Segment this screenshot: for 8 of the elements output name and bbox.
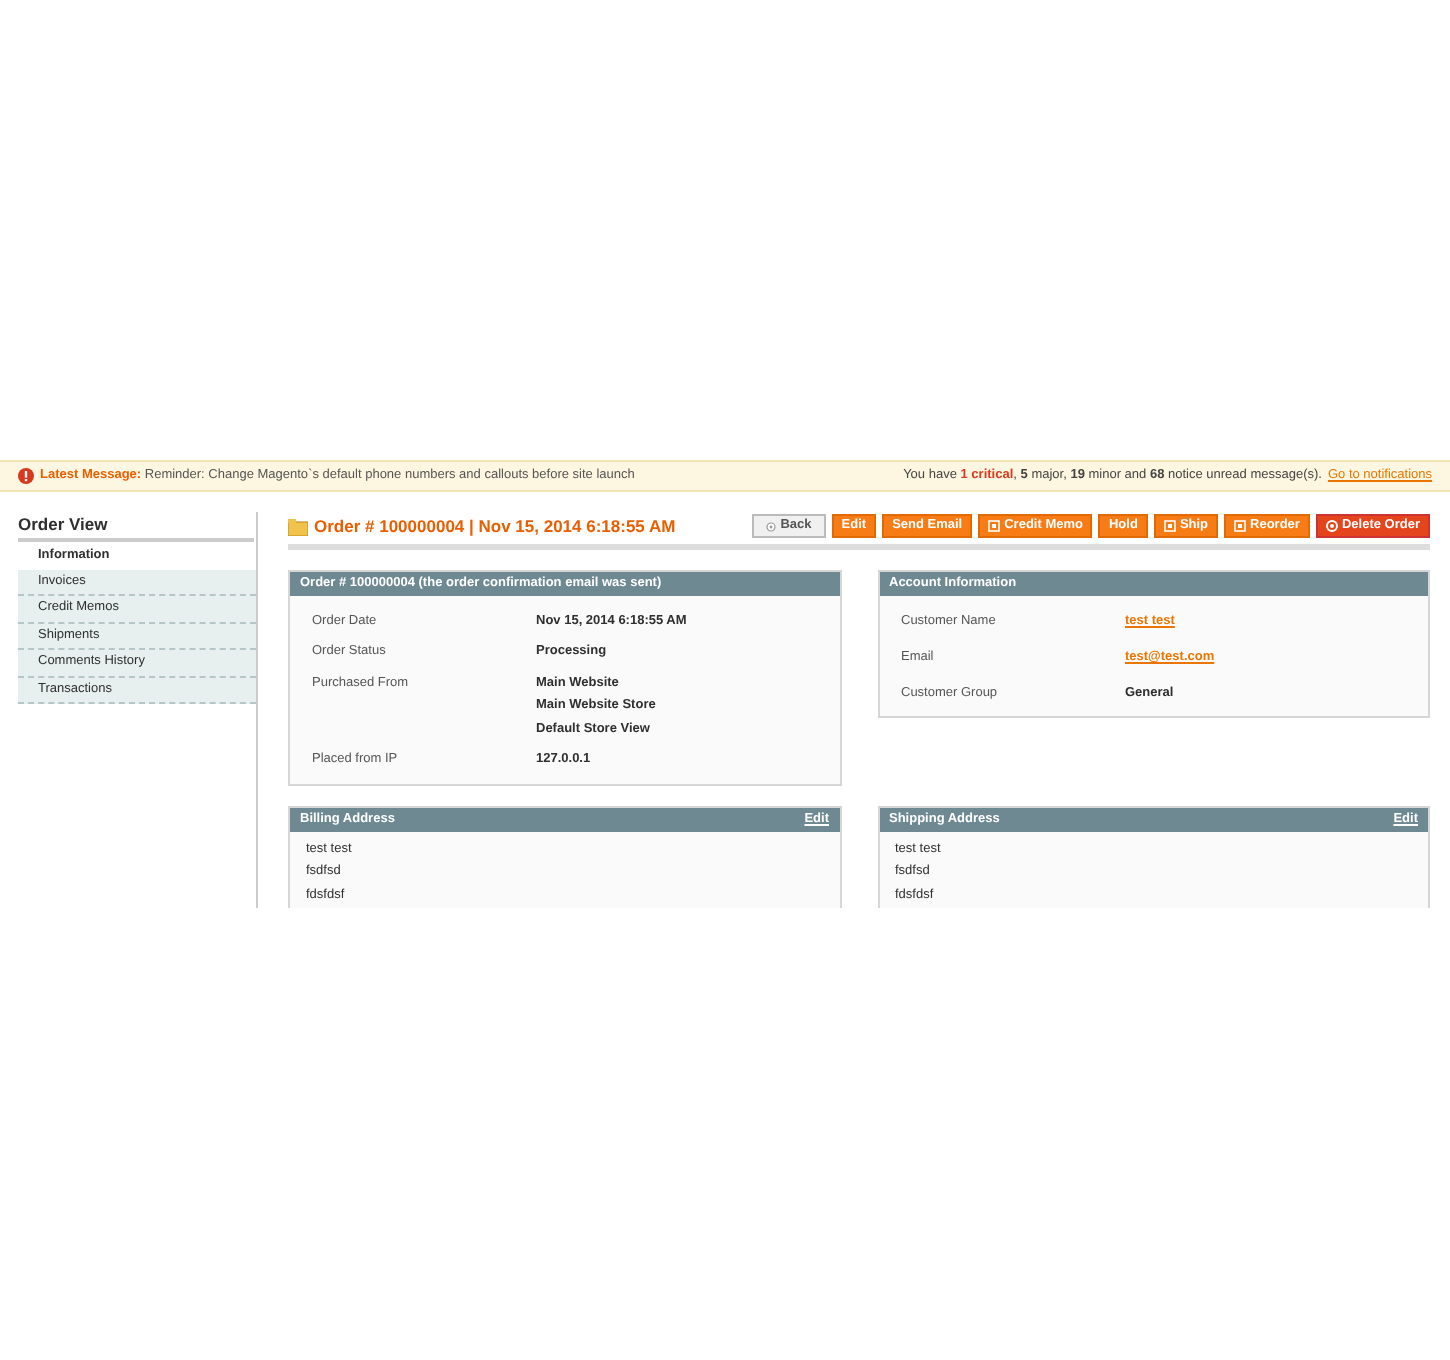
page-title: Order # 100000004 | Nov 15, 2014 6:18:55 AM bbox=[314, 513, 676, 539]
circle-icon bbox=[766, 521, 777, 531]
document-icon bbox=[1163, 520, 1176, 532]
delete-icon bbox=[1325, 520, 1338, 532]
document-icon bbox=[1234, 520, 1247, 532]
alert-icon bbox=[18, 468, 34, 484]
folder-icon bbox=[288, 517, 308, 535]
document-icon bbox=[988, 520, 1001, 532]
